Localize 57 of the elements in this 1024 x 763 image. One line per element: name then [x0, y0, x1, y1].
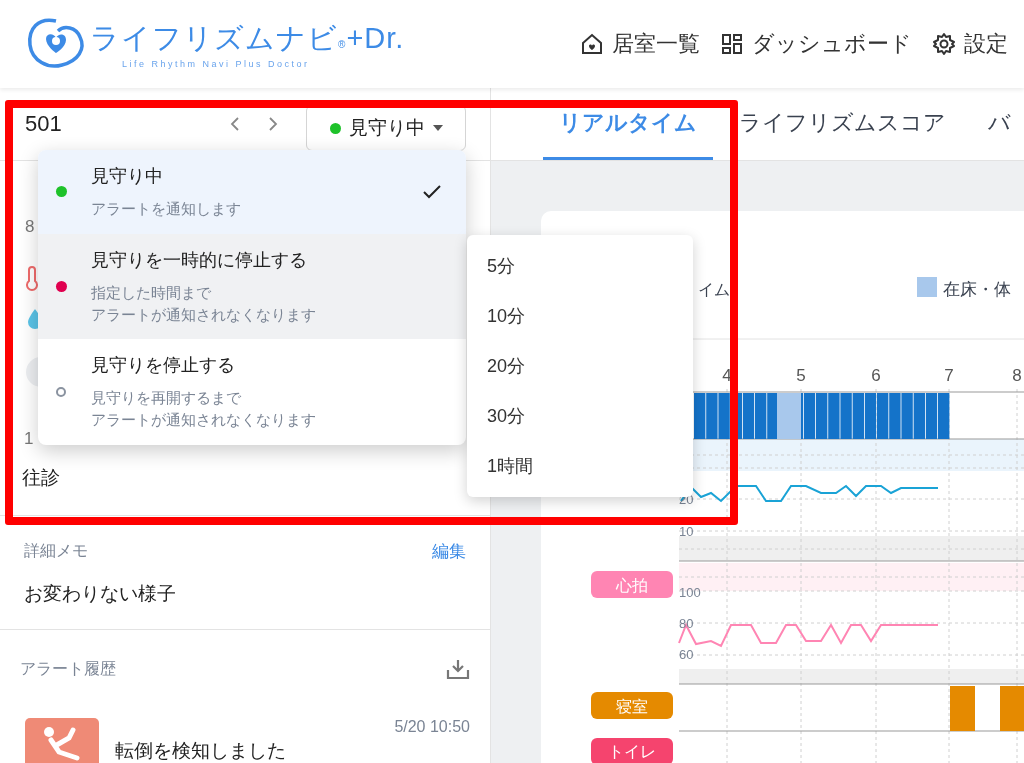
thermometer-icon [26, 266, 38, 292]
previous-icon[interactable] [230, 116, 240, 132]
option-title: 見守りを一時的に停止する [91, 248, 308, 272]
download-icon[interactable] [446, 658, 470, 680]
hour-tick: 8 [1012, 366, 1022, 385]
option-description: アラートが通知されなくなります [91, 304, 317, 325]
home-icon [580, 32, 604, 56]
tab[interactable]: バ [972, 88, 1024, 160]
alert-history-label: アラート履歴 [20, 658, 116, 679]
card-title: イム [698, 281, 730, 298]
alert-time: 5/20 10:50 [393, 718, 470, 736]
option-description: 見守りを再開するまで [91, 388, 242, 409]
option-title: 見守り中 [91, 165, 164, 188]
logo-title: ライフリズムナビ®+Dr. [90, 21, 405, 56]
visit-label: 1 [24, 429, 34, 449]
respiration-tick: 10 [679, 524, 694, 539]
row-label-tag: 寝室 [591, 692, 673, 719]
nav-link[interactable]: 居室一覧 [580, 29, 700, 59]
next-icon[interactable] [268, 116, 278, 132]
status-option[interactable]: 見守りを停止する 見守りを再開するまで アラートが通知されなくなります [38, 339, 466, 445]
hour-tick: 7 [944, 366, 954, 385]
check-icon [422, 183, 442, 200]
alert-message: 転倒を検知しました [115, 739, 287, 763]
room-number: 501 [25, 111, 63, 137]
option-description: アラートが通知されなくなります [91, 410, 317, 430]
visit-text: 往診 [22, 466, 60, 490]
resident-age: 8 [25, 217, 35, 237]
dashboard-icon [720, 32, 744, 56]
duration-option[interactable]: 30分 [467, 391, 693, 441]
status-select[interactable]: 見守り中 [306, 105, 466, 151]
heart-rate-tick: 60 [679, 647, 694, 662]
hour-tick: 5 [796, 366, 806, 385]
row-label-tag: 心拍 [591, 571, 673, 598]
legend-label: 在床・体 [943, 280, 1011, 299]
status-option[interactable]: 見守りを一時的に停止する 指定した時間まで アラートが通知されなくなります [38, 233, 466, 340]
tab[interactable]: ライフリズムスコア [723, 88, 962, 160]
duration-option[interactable]: 10分 [467, 291, 693, 341]
row-label-tag: トイレ [591, 738, 673, 763]
nav-link[interactable]: 設定 [932, 29, 1008, 59]
heart-rate-tick: 80 [679, 616, 694, 631]
nav-link[interactable]: ダッシュボード [720, 29, 912, 59]
edit-link[interactable]: 編集 [432, 540, 466, 563]
heart-rate-tick: 100 [679, 585, 701, 600]
logo-subtitle: Life Rhythm Navi Plus Doctor [121, 59, 311, 69]
settings-icon [932, 32, 956, 56]
hour-tick: 6 [871, 366, 881, 385]
option-description: アラートを通知します [91, 199, 242, 219]
hour-tick: 4 [722, 366, 732, 385]
duration-option[interactable]: 5分 [467, 241, 693, 291]
memo-text: お変わりない様子 [24, 582, 177, 606]
duration-option[interactable]: 20分 [467, 341, 693, 391]
memo-label: 詳細メモ [24, 541, 88, 561]
caret-icon [432, 125, 443, 131]
option-description: 指定した時間まで [91, 282, 212, 303]
option-title: 見守りを停止する [91, 354, 236, 378]
duration-option[interactable]: 1時間 [467, 441, 693, 491]
status-option[interactable]: 見守り中 アラートを通知します [38, 150, 466, 234]
